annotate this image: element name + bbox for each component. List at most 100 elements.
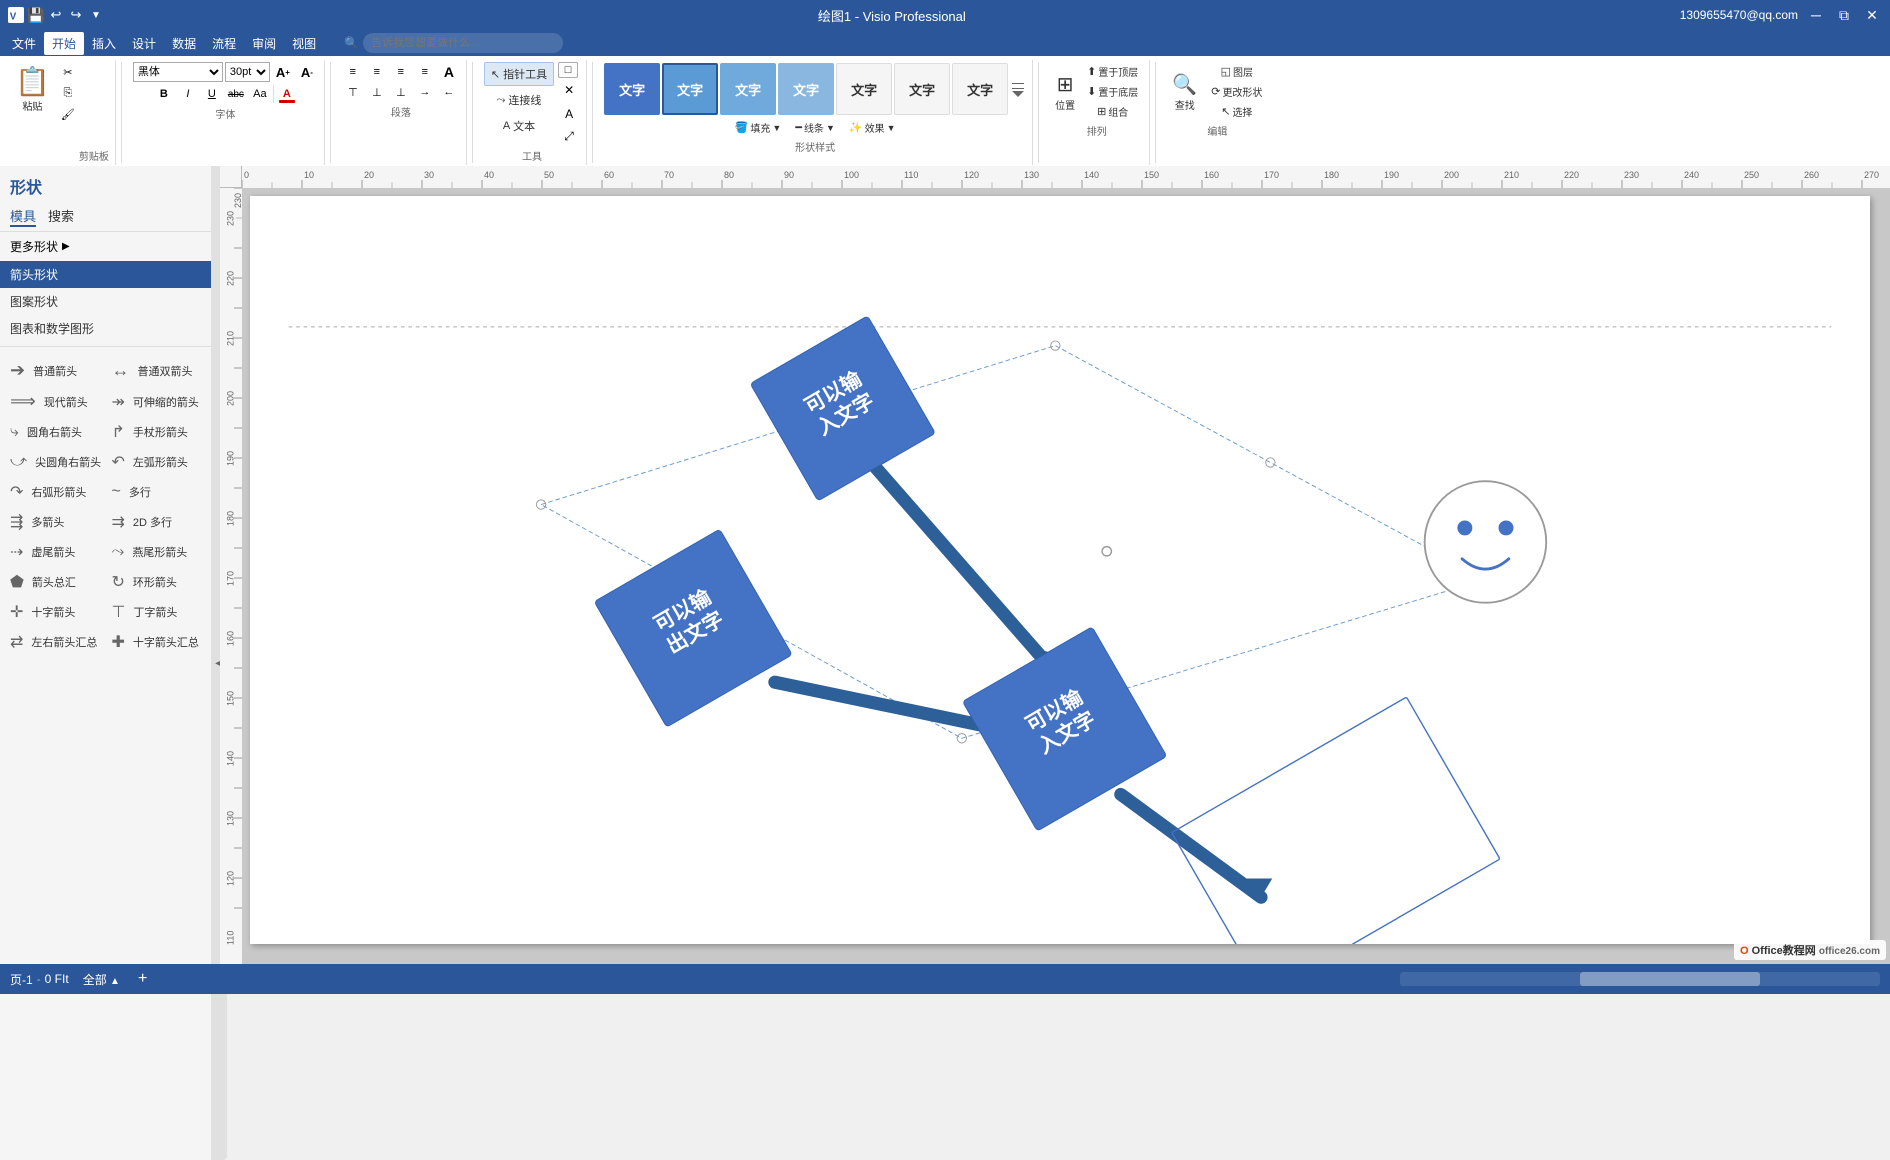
minimize-button[interactable]: ─: [1806, 5, 1826, 25]
search-input[interactable]: [363, 33, 563, 53]
font-size-select[interactable]: 30pt: [225, 62, 270, 82]
bold-button[interactable]: B: [153, 84, 175, 104]
font-color-button[interactable]: A: [276, 84, 298, 104]
menu-design[interactable]: 设计: [124, 32, 164, 55]
change-shape-button[interactable]: ⟳ 更改形状: [1206, 82, 1267, 101]
find-button[interactable]: 🔍 查找: [1167, 62, 1202, 121]
effect-button[interactable]: ✨ 效果 ▼: [844, 118, 901, 137]
all-pages-button[interactable]: 全部 ▲: [79, 969, 124, 990]
close-tool-button[interactable]: ✕: [558, 80, 580, 100]
shape-style-7[interactable]: 文字: [952, 63, 1008, 115]
visio-icon[interactable]: V: [8, 7, 24, 23]
valign-mid-button[interactable]: ⊥: [366, 82, 388, 102]
shape-item-cross-arrow[interactable]: ✛ 十字箭头: [10, 599, 108, 625]
pointer-tool-button[interactable]: ↖ 指针工具: [484, 62, 554, 86]
shape-item-multi-arrow[interactable]: ⇶ 多箭头: [10, 509, 108, 535]
svg-text:50: 50: [544, 170, 554, 180]
shape-style-6[interactable]: 文字: [894, 63, 950, 115]
shape-item-arrow-collection[interactable]: ⬟ 箭头总汇: [10, 569, 108, 595]
shape-item-t-arrow[interactable]: ⊤ 丁字箭头: [112, 599, 210, 625]
shape-item-round-arrow[interactable]: ⤷ 圆角右箭头: [10, 419, 108, 445]
save-icon[interactable]: 💾: [28, 7, 44, 23]
case-button[interactable]: Aa: [249, 84, 271, 104]
expand-tool-button[interactable]: ⤢: [558, 126, 580, 146]
menu-view[interactable]: 视图: [284, 32, 324, 55]
group-button[interactable]: ⊞ 组合: [1082, 102, 1143, 121]
add-page-button[interactable]: +: [134, 968, 151, 990]
rectangle-tool-button[interactable]: □: [558, 62, 578, 78]
bring-top-icon: ⬆: [1087, 65, 1096, 78]
menu-home[interactable]: 开始: [44, 32, 84, 55]
shape-item-cross-arrows[interactable]: ✚ 十字箭头汇总: [112, 629, 210, 655]
align-left-button[interactable]: ≡: [342, 62, 364, 82]
align-right-button[interactable]: ≡: [390, 62, 412, 82]
restore-button[interactable]: ⧉: [1834, 5, 1854, 25]
fill-button[interactable]: 🪣 填充 ▼: [730, 118, 787, 137]
strikethrough-button[interactable]: abc: [225, 84, 247, 104]
select-button[interactable]: ↖ 选择: [1206, 102, 1267, 121]
category-arrows[interactable]: 箭头形状: [0, 261, 219, 288]
redo-icon[interactable]: ↪: [68, 7, 84, 23]
shape-item-right-arc[interactable]: ↷ 右弧形箭头: [10, 479, 108, 505]
menu-insert[interactable]: 插入: [84, 32, 124, 55]
undo-icon[interactable]: ↩: [48, 7, 64, 23]
paste-button[interactable]: 📋 粘贴: [10, 62, 55, 116]
valign-top-button[interactable]: ⊤: [342, 82, 364, 102]
shape-style-1[interactable]: 文字: [604, 63, 660, 115]
menu-file[interactable]: 文件: [4, 32, 44, 55]
layer-button[interactable]: ◱ 图层: [1206, 62, 1267, 81]
align-center-button[interactable]: ≡: [366, 62, 388, 82]
more-styles-button[interactable]: [1010, 62, 1026, 116]
shape-item-multiline[interactable]: ~ 多行: [112, 479, 210, 505]
customize-icon[interactable]: ▼: [88, 7, 104, 23]
shape-item-modern-arrow[interactable]: ⟹ 现代箭头: [10, 388, 108, 415]
find-icon: 🔍: [1172, 72, 1197, 97]
bring-to-top-button[interactable]: ⬆ 置于顶层: [1082, 62, 1143, 81]
menu-review[interactable]: 审阅: [244, 32, 284, 55]
connector-button[interactable]: ⤳ 连接线: [484, 88, 554, 112]
cut-button[interactable]: ✂: [57, 62, 79, 82]
shape-item-2d-multi[interactable]: ⇉ 2D 多行: [112, 509, 210, 535]
font-size-lg-button[interactable]: A: [438, 62, 460, 82]
indent-more-button[interactable]: →: [414, 82, 436, 102]
close-button[interactable]: ✕: [1862, 5, 1882, 25]
shape-style-2[interactable]: 文字: [662, 63, 718, 115]
font-increase-button[interactable]: A+: [272, 62, 294, 82]
format-painter-button[interactable]: 🖌: [57, 104, 79, 124]
category-patterns[interactable]: 图案形状: [0, 288, 219, 315]
shape-item-sharp-arrow[interactable]: ⤻ 尖圆角右箭头: [10, 449, 108, 475]
text-tool-button[interactable]: A 文本: [484, 114, 554, 138]
shape-style-5[interactable]: 文字: [836, 63, 892, 115]
category-charts[interactable]: 图表和数学图形: [0, 315, 219, 342]
copy-button[interactable]: ⎘: [57, 83, 79, 103]
shape-item-left-arc[interactable]: ↶ 左弧形箭头: [112, 449, 210, 475]
font-name-select[interactable]: 黑体: [133, 62, 223, 82]
shape-item-ring-arrow[interactable]: ↻ 环形箭头: [112, 569, 210, 595]
indent-less-button[interactable]: ←: [438, 82, 460, 102]
shape-item-cane-arrow[interactable]: ↱ 手杖形箭头: [112, 419, 210, 445]
shape-item-dash-tail[interactable]: ⇢ 虚尾箭头: [10, 539, 108, 565]
shape-item-swallow-tail[interactable]: ⤳ 燕尾形箭头: [112, 539, 210, 565]
position-button[interactable]: ⊞ 位置: [1050, 62, 1080, 121]
bullet-list-button[interactable]: ≡: [414, 62, 436, 82]
line-button[interactable]: ━ 线条 ▼: [790, 118, 840, 137]
canvas-page[interactable]: 可以输 入文字 可以输 出文字 可以输 入文字: [250, 196, 1870, 944]
shape-style-4[interactable]: 文字: [778, 63, 834, 115]
send-to-bottom-button[interactable]: ⬇ 置于底层: [1082, 82, 1143, 101]
shape-item-stretch-arrow[interactable]: ↠ 可伸缩的箭头: [112, 388, 210, 415]
more-shapes-button[interactable]: 更多形状 ▶: [0, 232, 219, 261]
valign-bottom-button[interactable]: ⊥: [390, 82, 412, 102]
shape-item-normal-arrow[interactable]: ➔ 普通箭头: [10, 357, 108, 384]
menu-process[interactable]: 流程: [204, 32, 244, 55]
font-decrease-button[interactable]: A-: [296, 62, 318, 82]
shape-item-lr-arrows[interactable]: ⇄ 左右箭头汇总: [10, 629, 108, 655]
tab-molds[interactable]: 模具: [10, 206, 36, 227]
underline-button[interactable]: U: [201, 84, 223, 104]
user-account[interactable]: 1309655470@qq.com: [1680, 8, 1798, 22]
shape-item-double-arrow[interactable]: ↔ 普通双箭头: [112, 357, 210, 384]
tab-search[interactable]: 搜索: [48, 206, 74, 227]
italic-button[interactable]: I: [177, 84, 199, 104]
text2-tool-button[interactable]: A: [558, 104, 580, 124]
menu-data[interactable]: 数据: [164, 32, 204, 55]
shape-style-3[interactable]: 文字: [720, 63, 776, 115]
